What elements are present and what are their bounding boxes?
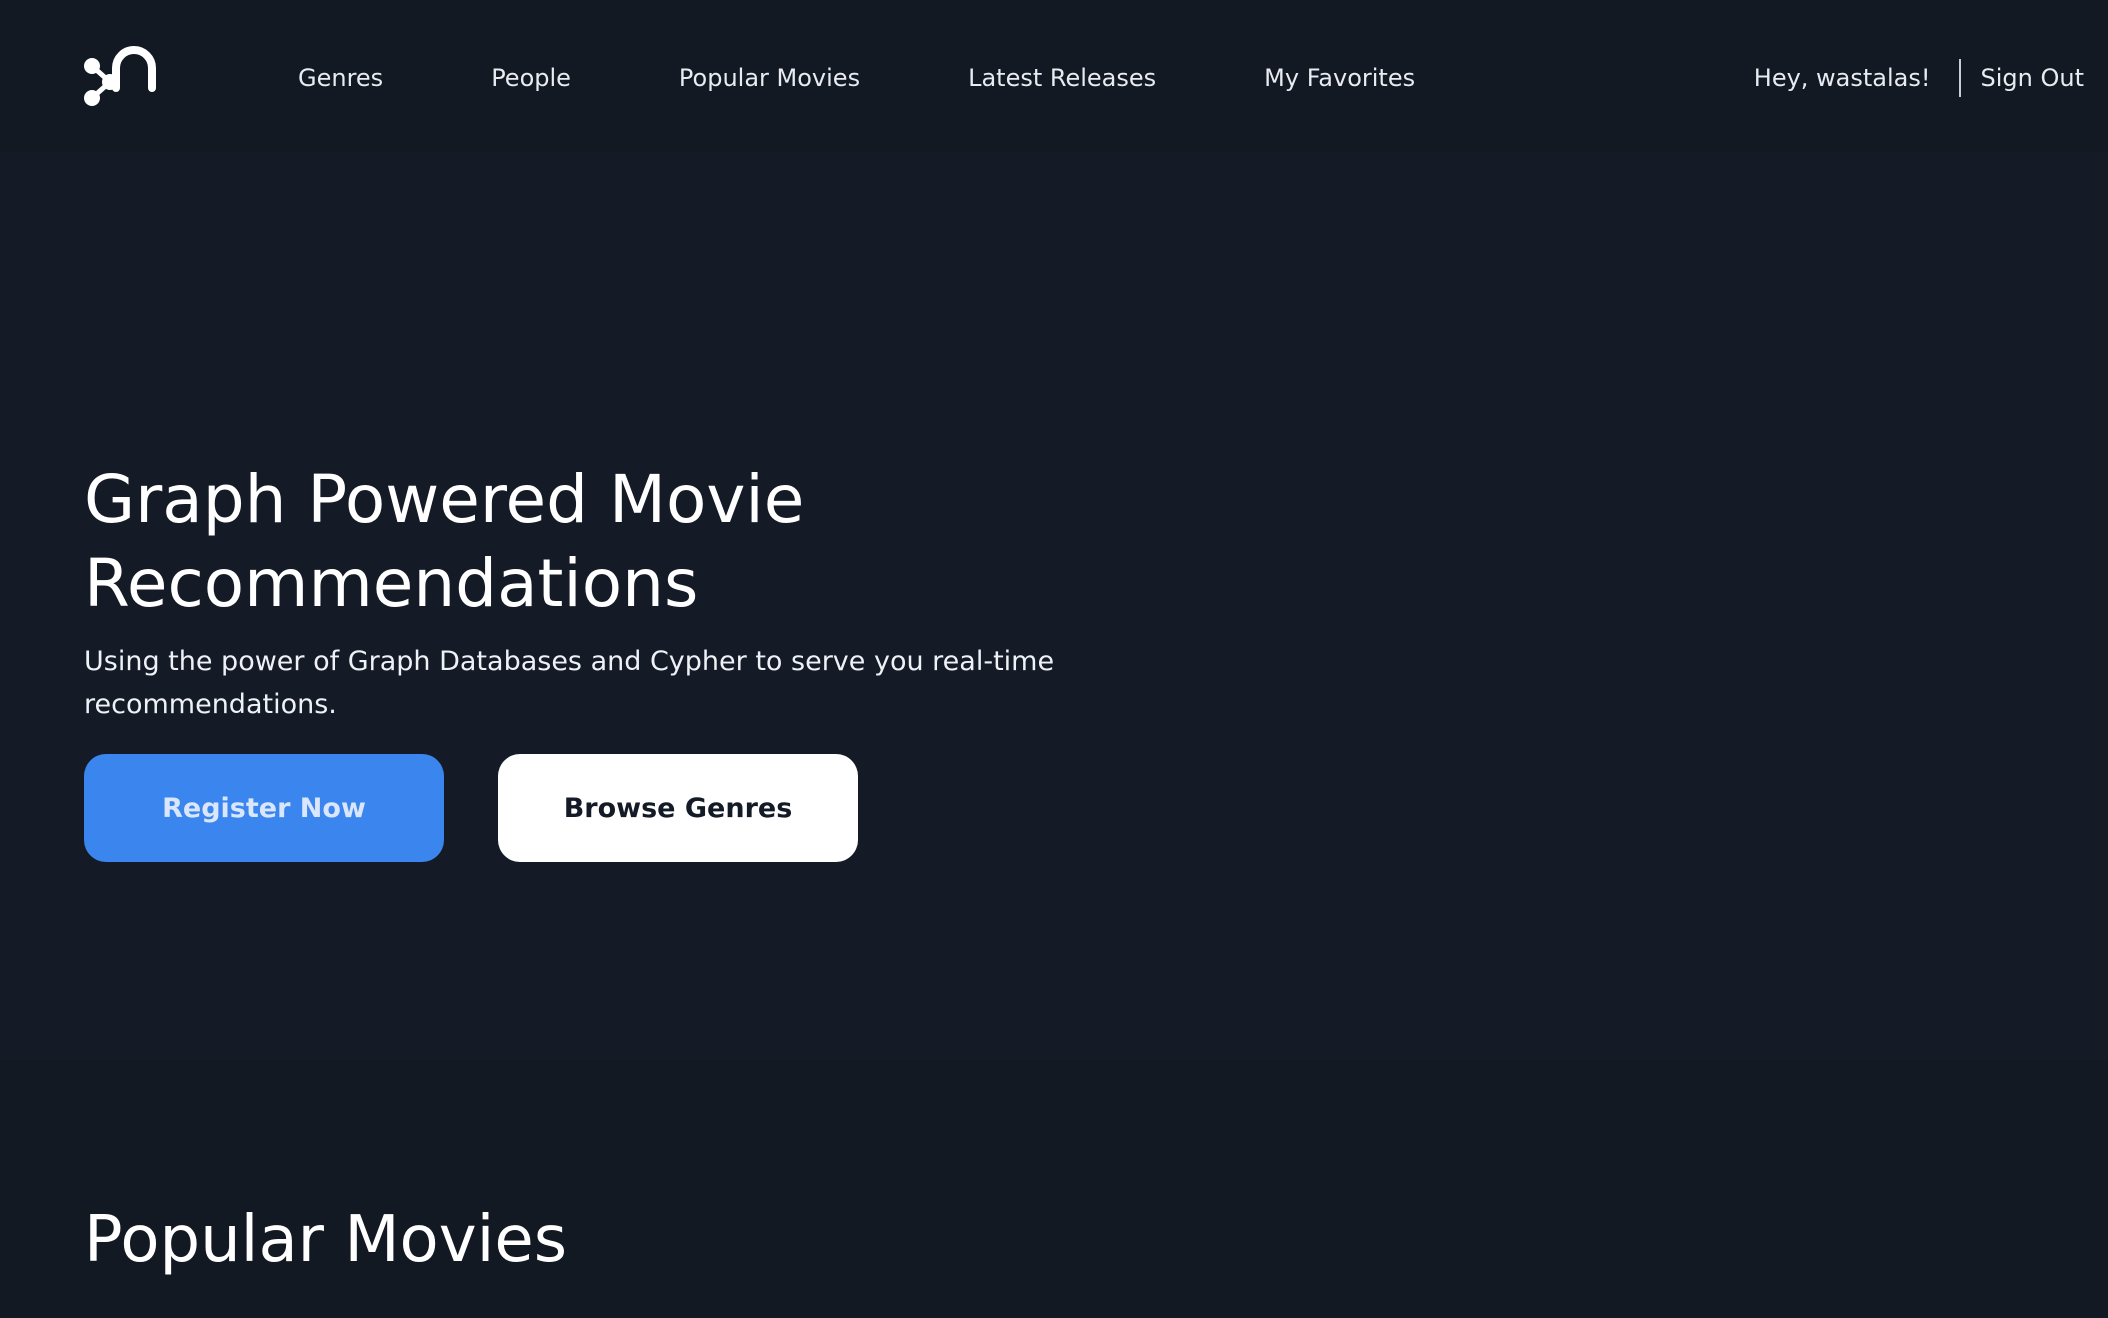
sign-out-link[interactable]: Sign Out (1981, 64, 2085, 92)
browse-genres-button[interactable]: Browse Genres (498, 754, 858, 862)
section-title: Popular Movies (84, 1203, 568, 1277)
hero-title: Graph Powered Movie Recommendations (84, 461, 805, 622)
nav-link-people[interactable]: People (491, 64, 571, 92)
graph-node-logo-icon[interactable] (82, 42, 158, 114)
main-navigation: Genres People Popular Movies Latest Rele… (298, 58, 1415, 98)
hero-section: Graph Powered Movie Recommendations Usin… (0, 152, 2108, 1060)
page: Genres People Popular Movies Latest Rele… (0, 0, 2108, 1318)
nav-link-genres[interactable]: Genres (298, 64, 383, 92)
register-now-button[interactable]: Register Now (84, 754, 444, 862)
popular-movies-section: Popular Movies (0, 1060, 2108, 1318)
user-area: Hey, wastalas! Sign Out (1754, 58, 2084, 98)
hero-subtitle: Using the power of Graph Databases and C… (84, 646, 1055, 720)
nav-link-popular-movies[interactable]: Popular Movies (679, 64, 860, 92)
nav-link-my-favorites[interactable]: My Favorites (1264, 64, 1415, 92)
user-greeting: Hey, wastalas! (1753, 64, 1931, 92)
nav-link-latest-releases[interactable]: Latest Releases (968, 64, 1156, 92)
user-area-divider (1958, 59, 1961, 97)
top-navigation-bar: Genres People Popular Movies Latest Rele… (0, 0, 2108, 152)
